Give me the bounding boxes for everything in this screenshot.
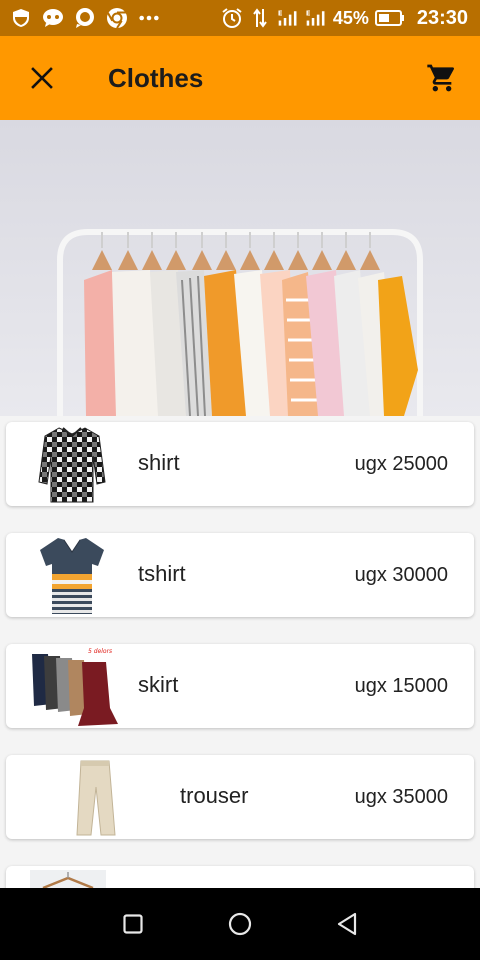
recents-button[interactable] bbox=[113, 904, 153, 944]
app-bar: Clothes bbox=[0, 36, 480, 120]
alarm-icon bbox=[221, 7, 243, 29]
product-list: shirt ugx 25000 tshirt ugx 30000 5 delor… bbox=[0, 416, 480, 888]
product-thumbnail bbox=[30, 426, 114, 503]
skirts-image bbox=[32, 654, 118, 726]
product-price: ugx 30000 bbox=[354, 564, 448, 586]
clothes-rack-image bbox=[0, 120, 480, 416]
product-price: ugx 35000 bbox=[354, 786, 448, 808]
status-bar-system: E E 45% 23:30 bbox=[221, 7, 468, 30]
status-bar-notifications bbox=[10, 7, 160, 29]
close-icon bbox=[31, 67, 53, 89]
svg-text:E: E bbox=[306, 9, 311, 17]
thumbnail-caption: 5 delors bbox=[88, 648, 113, 655]
product-name: trouser bbox=[180, 783, 249, 808]
shield-icon bbox=[10, 7, 32, 29]
polo-shirt-image bbox=[40, 538, 104, 614]
more-dots-icon bbox=[138, 7, 160, 29]
product-price: ugx 25000 bbox=[354, 453, 448, 475]
cart-icon bbox=[427, 64, 455, 92]
hanger-clothing-image bbox=[42, 872, 94, 888]
system-nav-bar bbox=[0, 888, 480, 960]
messenger-icon bbox=[42, 7, 64, 29]
home-circle-icon bbox=[228, 912, 252, 936]
list-item[interactable]: 5 delors skirt ugx 15000 bbox=[6, 644, 474, 728]
home-button[interactable] bbox=[220, 904, 260, 944]
product-thumbnail: 5 delors bbox=[26, 648, 122, 726]
back-button[interactable] bbox=[327, 904, 367, 944]
back-triangle-icon bbox=[337, 912, 356, 936]
product-price: ugx 15000 bbox=[354, 675, 448, 697]
product-name: skirt bbox=[138, 672, 179, 697]
product-name: tshirt bbox=[138, 561, 186, 586]
svg-text:E: E bbox=[278, 9, 283, 17]
hero-banner bbox=[0, 120, 480, 416]
page-title: Clothes bbox=[108, 62, 204, 93]
battery-icon bbox=[374, 7, 405, 29]
list-item[interactable]: shirt ugx 25000 bbox=[6, 422, 474, 506]
data-arrows-icon bbox=[249, 7, 271, 29]
chrome-icon bbox=[106, 7, 128, 29]
close-button[interactable] bbox=[14, 50, 70, 106]
trouser-image bbox=[76, 760, 116, 836]
signal-e-icon: E bbox=[305, 7, 327, 29]
battery-percent: 45% bbox=[332, 7, 369, 28]
status-bar: E E 45% 23:30 bbox=[0, 0, 480, 36]
recents-square-icon bbox=[123, 914, 143, 934]
product-thumbnail bbox=[30, 537, 114, 614]
plaid-shirt-image bbox=[38, 427, 106, 503]
product-thumbnail bbox=[30, 870, 106, 888]
clock-time: 23:30 bbox=[416, 6, 468, 29]
list-item[interactable]: trouser ugx 35000 bbox=[6, 755, 474, 839]
chat-icon bbox=[74, 7, 96, 29]
list-item[interactable]: tshirt ugx 30000 bbox=[6, 533, 474, 617]
product-thumbnail bbox=[56, 759, 136, 836]
cart-button[interactable] bbox=[418, 54, 466, 102]
product-name: shirt bbox=[138, 450, 180, 475]
signal-e-icon: E bbox=[277, 7, 299, 29]
list-item[interactable] bbox=[6, 866, 474, 888]
